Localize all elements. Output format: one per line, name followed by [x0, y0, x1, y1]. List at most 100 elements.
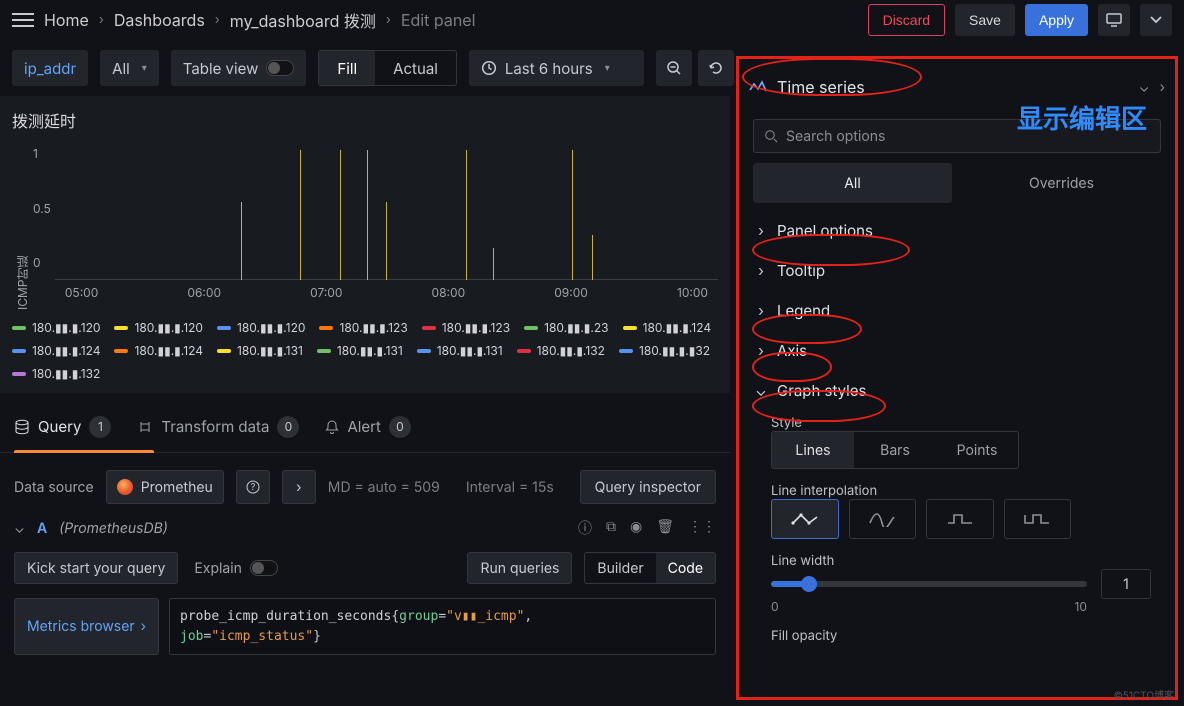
- legend-item[interactable]: 180.▮▮.▮.124: [114, 343, 202, 358]
- datasource-picker[interactable]: Prometheu: [106, 470, 224, 504]
- legend-item[interactable]: 180.▮▮.▮.132: [12, 366, 100, 381]
- line-width-value[interactable]: 1: [1101, 569, 1151, 599]
- variable-ip-addr[interactable]: ip_addr: [12, 50, 88, 86]
- line-width-slider[interactable]: [771, 581, 1087, 587]
- legend-label: 180.▮▮.▮.120: [134, 320, 202, 335]
- legend-item[interactable]: 180.▮▮.▮.124: [623, 320, 711, 335]
- chevron-right-icon: ›: [141, 618, 146, 635]
- chevron-down-icon[interactable]: ⌄: [1139, 79, 1150, 96]
- save-button[interactable]: Save: [955, 4, 1015, 36]
- metrics-browser-button[interactable]: Metrics browser›: [14, 598, 159, 655]
- chevron-down-icon: ⌄: [755, 381, 767, 400]
- editor-tabs: Query 1 Transform data 0 Alert 0: [0, 401, 730, 453]
- legend-item[interactable]: 180.▮▮.▮.123: [319, 320, 407, 335]
- query-expression-input[interactable]: probe_icmp_duration_seconds{group="v▮▮_i…: [169, 598, 716, 655]
- monitor-icon[interactable]: [1098, 4, 1130, 36]
- legend-item[interactable]: 180.▮▮.▮.131: [417, 343, 503, 358]
- line-width-label: Line width: [771, 553, 1151, 569]
- svg-text:?: ?: [250, 482, 255, 493]
- query-a-header: ⌄ A (PrometheusDB) ⓘ ⧉ ◉ 🗑 ⋮⋮: [14, 518, 716, 538]
- menu-icon[interactable]: [12, 13, 34, 27]
- drag-handle-icon[interactable]: ⋮⋮: [688, 518, 716, 538]
- discard-button[interactable]: Discard: [868, 4, 945, 36]
- kick-start-button[interactable]: Kick start your query: [14, 552, 178, 584]
- style-lines-button[interactable]: Lines: [772, 432, 854, 468]
- explain-toggle[interactable]: Explain: [194, 560, 278, 577]
- chevron-down-icon[interactable]: ⌄: [14, 520, 25, 537]
- legend-item[interactable]: 180.▮▮.▮.▮32: [619, 343, 710, 358]
- panel-title: 拨测延时: [12, 108, 718, 132]
- variable-ip-value[interactable]: All: [100, 50, 159, 86]
- fill-actual-segment: Fill Actual: [318, 50, 457, 86]
- help-icon[interactable]: ⓘ: [578, 518, 592, 538]
- section-graph-styles[interactable]: ⌄Graph styles: [743, 371, 1171, 409]
- legend-item[interactable]: 180.▮▮.▮.123: [422, 320, 510, 335]
- switch-off-icon[interactable]: [266, 60, 294, 76]
- crumb-dashboards[interactable]: Dashboards: [114, 10, 205, 30]
- actual-button[interactable]: Actual: [375, 51, 456, 85]
- copy-icon[interactable]: ⧉: [606, 518, 616, 538]
- legend-item[interactable]: 180.▮▮.▮.120: [217, 320, 305, 335]
- legend-item[interactable]: 180.▮▮.▮.120: [114, 320, 202, 335]
- section-legend[interactable]: ›Legend: [743, 291, 1171, 329]
- legend-label: 180.▮▮.▮.23: [544, 320, 608, 335]
- tab-overrides[interactable]: Overrides: [962, 163, 1161, 203]
- section-axis[interactable]: ›Axis: [743, 331, 1171, 369]
- expand-options-button[interactable]: ›: [282, 470, 316, 504]
- fill-button[interactable]: Fill: [319, 51, 375, 85]
- eye-icon[interactable]: ◉: [630, 518, 642, 538]
- help-button[interactable]: ?: [236, 470, 270, 504]
- zoom-out-button[interactable]: [656, 50, 692, 86]
- chevron-right-icon[interactable]: ›: [1160, 79, 1165, 96]
- legend-item[interactable]: 180.▮▮.▮.131: [317, 343, 403, 358]
- tab-query[interactable]: Query 1: [14, 416, 111, 438]
- crumb-home[interactable]: Home: [44, 10, 89, 30]
- crumb-edit: Edit panel: [401, 10, 476, 30]
- tab-transform[interactable]: Transform data 0: [137, 416, 299, 438]
- style-bars-button[interactable]: Bars: [854, 432, 936, 468]
- interp-step-after-button[interactable]: [1004, 499, 1072, 539]
- legend-swatch: [12, 372, 26, 376]
- legend-swatch: [217, 326, 231, 330]
- legend-label: 180.▮▮.▮.124: [134, 343, 202, 358]
- interp-linear-button[interactable]: [771, 499, 839, 539]
- legend-item[interactable]: 180.▮▮.▮.132: [517, 343, 605, 358]
- apply-button[interactable]: Apply: [1025, 4, 1088, 36]
- query-inspector-button[interactable]: Query inspector: [580, 470, 716, 504]
- style-points-button[interactable]: Points: [936, 432, 1018, 468]
- chevron-right-icon: ›: [215, 12, 220, 28]
- legend-item[interactable]: 180.▮▮.▮.131: [217, 343, 303, 358]
- query-tools-row: Kick start your query Explain Run querie…: [14, 552, 716, 584]
- code-button[interactable]: Code: [656, 553, 715, 583]
- legend-swatch: [114, 349, 128, 353]
- graph-styles-body: Style Lines Bars Points Line interpolati…: [743, 411, 1171, 652]
- legend-item[interactable]: 180.▮▮.▮.23: [524, 320, 608, 335]
- refresh-button[interactable]: [698, 50, 734, 86]
- builder-code-segment: Builder Code: [584, 552, 716, 584]
- legend-swatch: [12, 349, 26, 353]
- section-panel-options[interactable]: ›Panel options: [743, 211, 1171, 249]
- options-tabs: All Overrides: [739, 163, 1175, 203]
- legend-item[interactable]: 180.▮▮.▮.120: [12, 320, 100, 335]
- builder-button[interactable]: Builder: [585, 553, 655, 583]
- time-range-picker[interactable]: Last 6 hours: [469, 50, 644, 86]
- legend-item[interactable]: 180.▮▮.▮.124: [12, 343, 100, 358]
- tab-active-indicator: [14, 450, 154, 453]
- chart[interactable]: ICMP时延 1 0.5 0 05:0006:00 07:0008:00 09:…: [12, 140, 718, 310]
- trash-icon[interactable]: 🗑: [656, 518, 674, 538]
- section-tooltip[interactable]: ›Tooltip: [743, 251, 1171, 289]
- interp-smooth-button[interactable]: [849, 499, 917, 539]
- query-ds-name: (PrometheusDB): [59, 520, 168, 537]
- crumb-dashboard-name[interactable]: my_dashboard 拨测: [230, 8, 376, 32]
- run-queries-button[interactable]: Run queries: [467, 552, 572, 584]
- tab-alert[interactable]: Alert 0: [325, 416, 411, 438]
- tab-all[interactable]: All: [753, 163, 952, 203]
- legend-label: 180.▮▮.▮.124: [32, 343, 100, 358]
- plot-area[interactable]: 05:0006:00 07:0008:00 09:0010:00: [55, 140, 718, 300]
- interp-step-before-button[interactable]: [926, 499, 994, 539]
- legend-swatch: [619, 349, 633, 353]
- prometheus-icon: [117, 479, 133, 495]
- switch-off-icon[interactable]: [250, 560, 278, 576]
- chevron-down-icon[interactable]: [1140, 4, 1172, 36]
- table-view-toggle[interactable]: Table view: [171, 50, 307, 86]
